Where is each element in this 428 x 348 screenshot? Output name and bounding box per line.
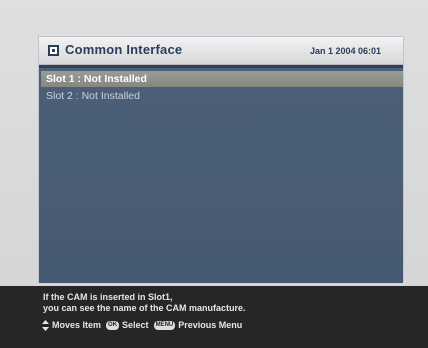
help-footer: If the CAM is inserted in Slot1, you can… (0, 286, 428, 348)
help-line-1: If the CAM is inserted in Slot1, (43, 292, 173, 302)
slot-list: Slot 1 : Not Installed Slot 2 : Not Inst… (39, 65, 403, 283)
help-line-2: you can see the name of the CAM manufact… (43, 303, 246, 313)
title-bar: Common Interface Jan 1 2004 06:01 (39, 37, 403, 65)
previous-menu-label: Previous Menu (178, 320, 243, 330)
up-down-arrows-icon (42, 319, 49, 331)
common-interface-panel: Common Interface Jan 1 2004 06:01 Slot 1… (38, 36, 404, 283)
ok-key-icon: OK (106, 320, 120, 330)
date-time: Jan 1 2004 06:01 (309, 46, 381, 56)
help-text: If the CAM is inserted in Slot1, you can… (43, 292, 246, 314)
window-icon (48, 45, 59, 56)
select-label: Select (122, 320, 149, 330)
page-title: Common Interface (65, 42, 183, 57)
key-legend: Moves Item OK Select MENU Previous Menu (42, 319, 244, 331)
slot-2-item[interactable]: Slot 2 : Not Installed (41, 88, 403, 104)
slot-1-item[interactable]: Slot 1 : Not Installed (41, 71, 403, 87)
moves-item-label: Moves Item (52, 320, 102, 330)
tv-screen: Common Interface Jan 1 2004 06:01 Slot 1… (0, 0, 428, 348)
menu-key-icon: MENU (153, 320, 176, 330)
